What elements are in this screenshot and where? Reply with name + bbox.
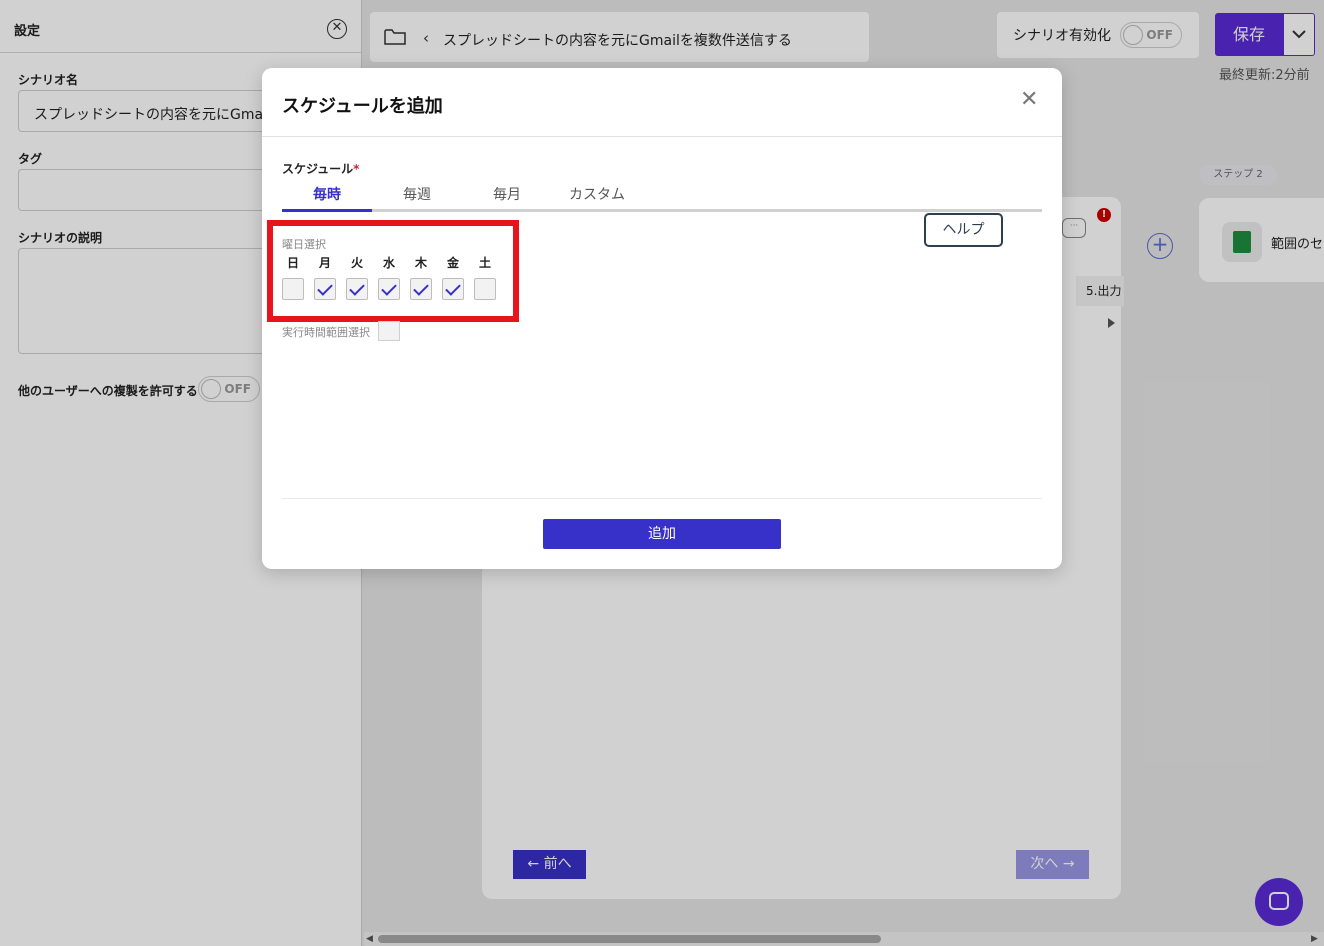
- required-mark: *: [353, 162, 360, 176]
- weekday-label-sun: 日: [286, 256, 299, 270]
- schedule-label: スケジュール*: [282, 162, 360, 176]
- weekday-label-wed: 水: [382, 256, 395, 270]
- tab-hourly[interactable]: 毎時: [282, 184, 372, 212]
- weekday-label-sat: 土: [478, 256, 491, 270]
- time-range-checkbox[interactable]: [378, 321, 400, 341]
- time-range-label: 実行時間範囲選択: [282, 326, 370, 339]
- close-icon[interactable]: ✕: [1020, 88, 1038, 112]
- weekday-checkbox-thu[interactable]: [410, 278, 432, 300]
- weekday-checkbox-sat[interactable]: [474, 278, 496, 300]
- weekday-label-mon: 月: [318, 256, 331, 270]
- modal-divider: [262, 136, 1062, 137]
- weekday-checkbox-tue[interactable]: [346, 278, 368, 300]
- weekday-checkbox-wed[interactable]: [378, 278, 400, 300]
- weekday-label-fri: 金: [446, 256, 459, 270]
- tab-weekly[interactable]: 毎週: [372, 184, 462, 212]
- weekday-title: 曜日選択: [282, 238, 326, 251]
- weekday-checkbox-mon[interactable]: [314, 278, 336, 300]
- modal-footer-divider: [282, 498, 1042, 499]
- add-button[interactable]: 追加: [543, 519, 781, 549]
- weekday-label-thu: 木: [414, 256, 427, 270]
- help-button[interactable]: ヘルプ: [924, 213, 1003, 247]
- tab-custom[interactable]: カスタム: [552, 184, 642, 212]
- weekday-checkbox-fri[interactable]: [442, 278, 464, 300]
- schedule-tabs: 毎時 毎週 毎月 カスタム: [282, 184, 1042, 212]
- tab-monthly[interactable]: 毎月: [462, 184, 552, 212]
- weekday-label-tue: 火: [350, 256, 363, 270]
- modal-title: スケジュールを追加: [282, 96, 443, 117]
- schedule-modal: スケジュールを追加 ✕ スケジュール* 毎時 毎週 毎月 カスタム ヘルプ 曜日…: [262, 68, 1062, 569]
- weekday-checkbox-sun[interactable]: [282, 278, 304, 300]
